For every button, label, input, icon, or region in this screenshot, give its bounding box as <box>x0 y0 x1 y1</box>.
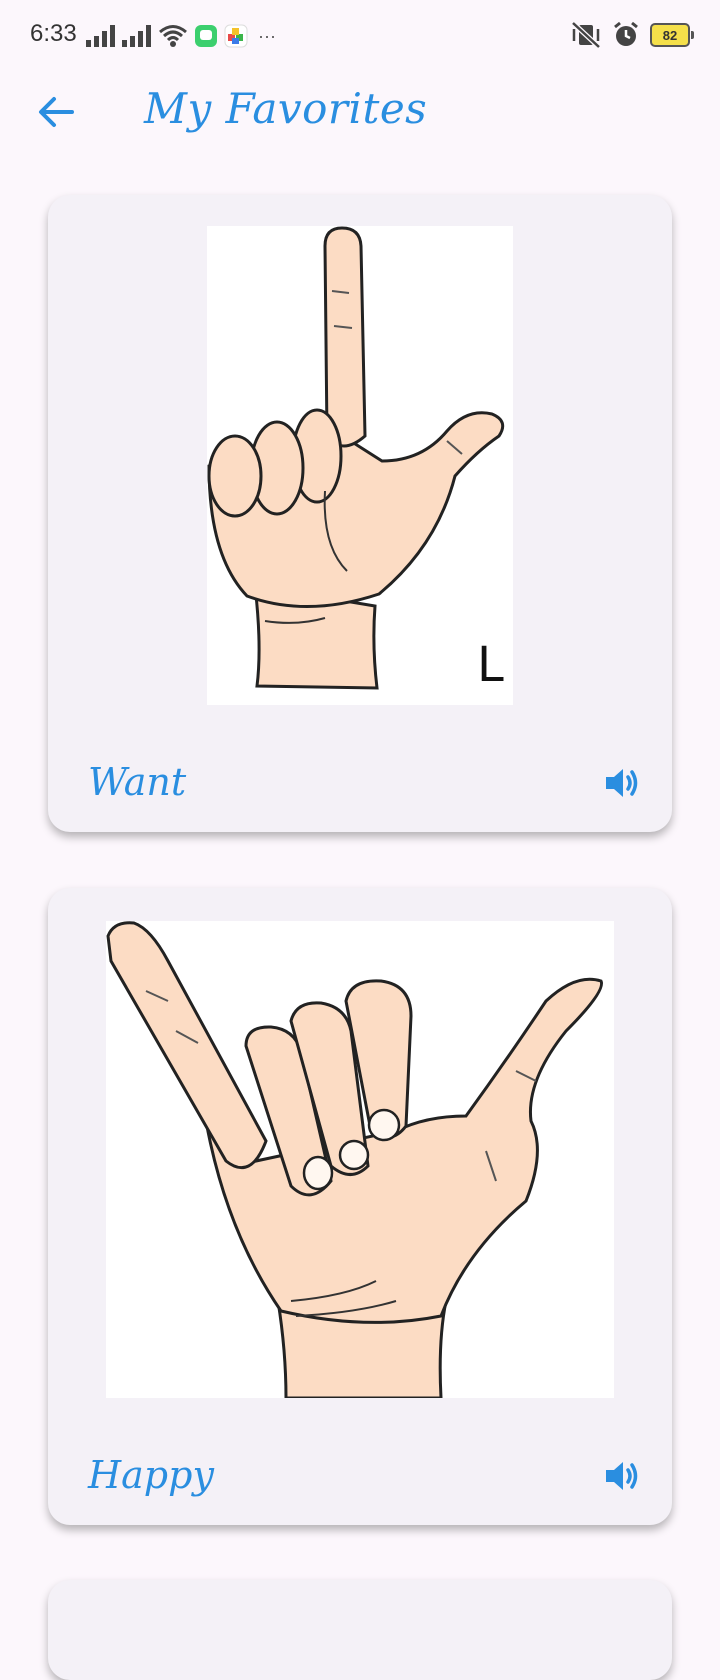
sign-image-want: L <box>207 226 513 705</box>
favorite-card[interactable]: Happy <box>48 888 672 1525</box>
messages-app-icon <box>195 25 217 47</box>
favorite-card[interactable] <box>48 1580 672 1680</box>
back-button[interactable] <box>34 90 78 134</box>
status-icons-right: 82 <box>570 20 694 50</box>
favorite-label: Happy <box>88 1453 214 1497</box>
vibrate-off-icon <box>571 21 601 49</box>
status-bar: 6:33 ··· 82 <box>0 0 720 70</box>
play-sound-button[interactable] <box>600 1454 644 1498</box>
alarm-icon <box>614 21 638 46</box>
status-time: 6:33 <box>30 20 77 47</box>
favorite-label: Want <box>88 760 187 804</box>
speaker-icon <box>606 1462 638 1490</box>
play-sound-button[interactable] <box>600 761 644 805</box>
wifi-icon <box>159 25 187 47</box>
speaker-icon <box>606 769 638 797</box>
signal-icon-2 <box>122 25 151 47</box>
signal-icon <box>86 25 115 47</box>
arrow-left-icon <box>39 97 74 127</box>
battery-indicator: 82 <box>650 23 694 47</box>
page-title: My Favorites <box>144 84 428 133</box>
puzzle-app-icon <box>224 24 248 48</box>
favorite-card[interactable]: L Want <box>48 195 672 832</box>
sign-image-happy <box>106 921 614 1398</box>
app-header: My Favorites <box>0 76 720 146</box>
sign-letter: L <box>477 637 504 693</box>
status-icons-left: ··· <box>86 22 276 50</box>
more-notifications: ··· <box>258 25 276 46</box>
